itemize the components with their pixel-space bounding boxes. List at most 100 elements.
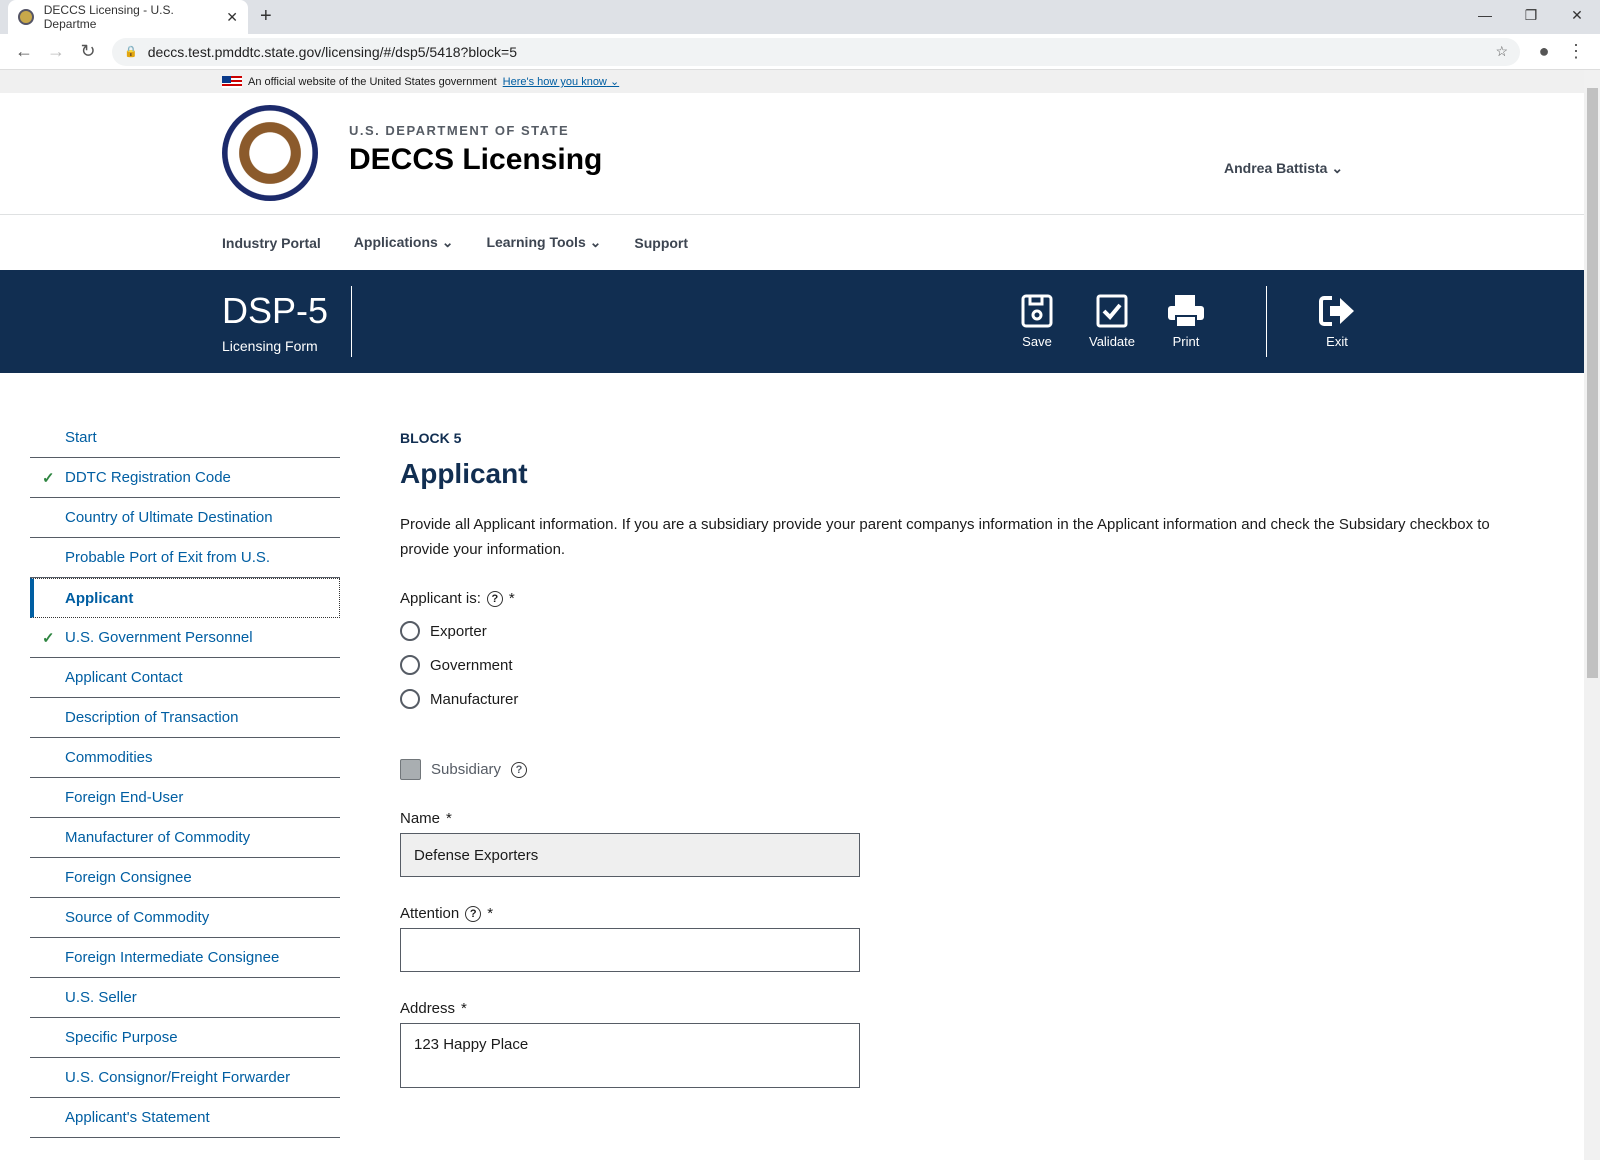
applicant-is-label: Applicant is:? * [400,590,515,607]
close-tab-icon[interactable]: ✕ [226,9,238,26]
form-banner: DSP-5 Licensing Form Save Validate Print… [0,270,1600,373]
sidebar-item-label: Manufacturer of Commodity [65,829,251,846]
sidebar-item[interactable]: ✓ DDTC Registration Code [30,458,340,498]
close-window-icon[interactable]: ✕ [1554,0,1600,30]
nav-industry-portal[interactable]: Industry Portal [222,235,321,251]
validate-button[interactable]: Validate [1082,294,1142,349]
favicon-icon [18,9,34,25]
restore-icon[interactable]: ❐ [1508,0,1554,30]
radio-government[interactable]: Government [400,655,1500,675]
sidebar-item[interactable]: Country of Ultimate Destination [30,498,340,538]
sidebar-item-label: Foreign End-User [65,789,184,806]
department-of-state-seal [222,105,318,201]
main-content: BLOCK 5 Applicant Provide all Applicant … [400,430,1500,1088]
sidebar-item[interactable]: Applicant Contact [30,658,340,698]
sidebar-item-label: U.S. Seller [65,989,137,1006]
sidebar-item[interactable]: Specific Purpose [30,1018,340,1058]
sidebar-item-label: Start [65,429,97,446]
check-icon: ✓ [42,469,55,487]
nav-applications[interactable]: Applications ⌄ [354,234,454,251]
nav-learning-tools[interactable]: Learning Tools ⌄ [486,234,601,251]
sidebar-item-label: Country of Ultimate Destination [65,509,273,526]
subsidiary-checkbox[interactable]: Subsidiary? [400,759,1500,780]
sidebar-item[interactable]: ✓ U.S. Government Personnel [30,618,340,658]
url-text: deccs.test.pmddtc.state.gov/licensing/#/… [147,43,517,60]
sidebar-item-label: Probable Port of Exit from U.S. [65,549,271,566]
exit-button[interactable]: Exit [1307,294,1367,349]
site-title[interactable]: DECCS Licensing [349,143,602,177]
new-tab-icon[interactable]: + [260,5,272,28]
gov-banner: An official website of the United States… [0,70,1600,93]
block-sidebar: Start ✓ DDTC Registration Code Country of U… [30,418,340,1138]
gov-banner-text: An official website of the United States… [248,75,497,88]
sidebar-item[interactable]: U.S. Seller [30,978,340,1018]
sidebar-item-label: Source of Commodity [65,909,210,926]
divider [351,286,352,357]
checkbox-check-icon [1096,294,1128,328]
help-icon[interactable]: ? [511,761,528,778]
sidebar-item-label: Foreign Consignee [65,869,192,886]
url-input[interactable]: 🔒 deccs.test.pmddtc.state.gov/licensing/#… [112,37,1520,66]
back-icon[interactable]: ← [8,41,40,62]
lock-icon: 🔒 [124,46,138,58]
radio-manufacturer[interactable]: Manufacturer [400,689,1500,709]
agency-name: U.S. DEPARTMENT OF STATE [349,123,570,138]
sidebar-item-label: Commodities [65,749,153,766]
main-nav: Industry Portal Applications ⌄ Learning … [0,215,1600,270]
sidebar-item[interactable]: U.S. Consignor/Freight Forwarder [30,1058,340,1098]
sidebar-item[interactable]: Commodities [30,738,340,778]
print-button[interactable]: Print [1156,294,1216,349]
sidebar-item-label: U.S. Government Personnel [65,629,253,646]
sidebar-item-label: Foreign Intermediate Consignee [65,949,280,966]
sidebar-item[interactable]: Applicant's Statement [30,1098,340,1138]
sidebar-item[interactable]: Description of Transaction [30,698,340,738]
browser-tab[interactable]: DECCS Licensing - U.S. Departme ✕ [8,0,248,34]
reload-icon[interactable]: ↻ [72,41,104,62]
sign-out-icon [1319,296,1354,326]
page-scrollbar[interactable] [1584,70,1600,1160]
us-flag-icon [222,75,242,88]
form-name: DSP-5 [222,290,329,331]
print-icon [1168,295,1204,328]
sidebar-item-label: Description of Transaction [65,709,239,726]
name-label: Name * [400,810,452,827]
sidebar-item-label: U.S. Consignor/Freight Forwarder [65,1069,291,1086]
menu-kebab-icon[interactable]: ⋮ [1560,41,1592,62]
address-label: Address * [400,1000,467,1017]
attention-label: Attention? * [400,905,494,922]
sidebar-item-label: Applicant Contact [65,669,183,686]
forward-icon[interactable]: → [40,41,72,62]
heres-how-you-know-link[interactable]: Here's how you know ⌄ [503,75,620,88]
nav-support[interactable]: Support [634,235,688,251]
sidebar-item[interactable]: Start [30,418,340,458]
sidebar-item[interactable]: Foreign Consignee [30,858,340,898]
sidebar-item[interactable]: Foreign Intermediate Consignee [30,938,340,978]
bookmark-star-icon[interactable]: ☆ [1495,43,1508,60]
sidebar-item[interactable]: Source of Commodity [30,898,340,938]
block-number: BLOCK 5 [400,430,462,446]
save-icon [1021,294,1053,328]
browser-tab-bar: DECCS Licensing - U.S. Departme ✕ + — ❐ ✕ [0,0,1600,34]
save-button[interactable]: Save [1007,294,1067,349]
address-bar: ← → ↻ 🔒 deccs.test.pmddtc.state.gov/licensi… [0,34,1600,70]
sidebar-item-label: Applicant's Statement [65,1109,210,1126]
help-icon[interactable]: ? [465,905,482,922]
attention-field[interactable] [400,928,860,972]
sidebar-item-label: DDTC Registration Code [65,469,231,486]
sidebar-item[interactable]: Manufacturer of Commodity [30,818,340,858]
tab-title: DECCS Licensing - U.S. Departme [43,3,174,31]
profile-icon[interactable]: ● [1528,41,1560,62]
sidebar-item-label: Specific Purpose [65,1029,178,1046]
site-header: U.S. DEPARTMENT OF STATE DECCS Licensing… [0,93,1600,215]
minimize-icon[interactable]: — [1462,0,1508,30]
form-subtitle: Licensing Form [222,338,318,354]
name-field[interactable]: Defense Exporters [400,833,860,877]
sidebar-item[interactable]: Foreign End-User [30,778,340,818]
radio-exporter[interactable]: Exporter [400,621,1500,641]
sidebar-item[interactable]: Probable Port of Exit from U.S. [30,538,340,578]
sidebar-item-label: Applicant [65,589,134,607]
user-menu[interactable]: Andrea Battista ⌄ [1224,160,1343,177]
address-textarea[interactable]: 123 Happy Place [400,1023,860,1088]
help-icon[interactable]: ? [486,590,503,607]
sidebar-item[interactable]: Applicant [30,578,340,618]
